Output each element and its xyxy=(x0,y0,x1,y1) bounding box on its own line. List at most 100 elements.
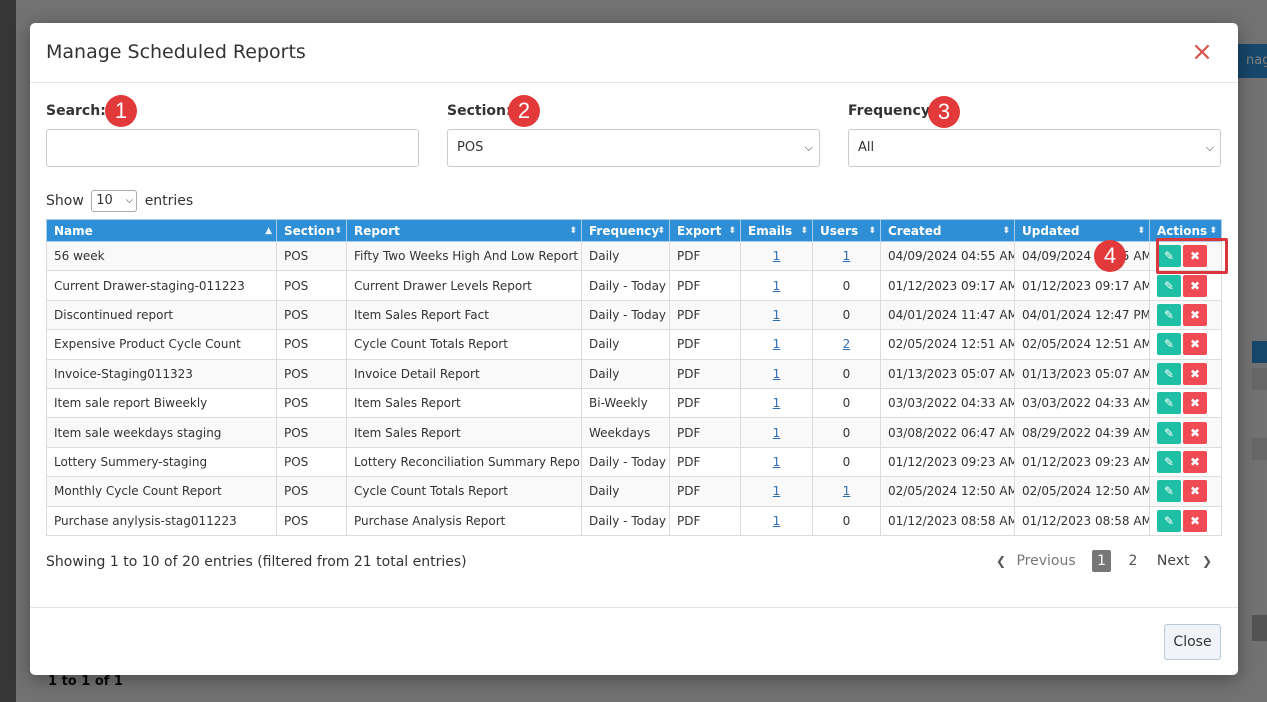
cell-export: PDF xyxy=(669,387,741,419)
cell-frequency: Daily - Today xyxy=(581,505,670,536)
column-header-created[interactable]: Created ⬍ xyxy=(880,219,1015,242)
cell-created: 03/08/2022 06:47 AM xyxy=(880,417,1015,448)
cell-name: Current Drawer-staging-011223 xyxy=(46,270,277,301)
frequency-filter: Frequency: All ⌵ 3 xyxy=(848,96,1221,167)
cell-emails: 1 xyxy=(740,446,813,478)
users-count-link[interactable]: 1 xyxy=(843,484,851,498)
delete-icon[interactable]: ✖ xyxy=(1183,303,1207,326)
emails-count-link[interactable]: 1 xyxy=(773,514,781,528)
edit-icon[interactable]: ✎ xyxy=(1157,362,1181,385)
table-header-row: Name ▲ Section ⬍ Report ⬍ Frequency ⬍ Export… xyxy=(46,219,1222,242)
next-page-button[interactable]: Next xyxy=(1157,550,1190,572)
delete-icon[interactable]: ✖ xyxy=(1183,421,1207,444)
cell-section: POS xyxy=(276,446,347,478)
callout-badge-1: 1 xyxy=(105,95,137,127)
cell-report[interactable]: Fifty Two Weeks High And Low Report xyxy=(346,240,582,272)
sort-icon: ⬍ xyxy=(1137,226,1145,236)
emails-count-link[interactable]: 1 xyxy=(773,308,781,322)
edit-icon[interactable]: ✎ xyxy=(1157,333,1181,356)
edit-icon[interactable]: ✎ xyxy=(1157,245,1181,268)
column-header-name[interactable]: Name ▲ xyxy=(46,219,277,242)
modal-title: Manage Scheduled Reports xyxy=(46,41,306,63)
cell-report[interactable]: Cycle Count Totals Report xyxy=(346,476,582,507)
cell-emails: 1 xyxy=(740,270,813,301)
emails-count-link[interactable]: 1 xyxy=(773,396,781,410)
delete-icon[interactable]: ✖ xyxy=(1183,245,1207,268)
close-icon[interactable]: × xyxy=(1190,37,1214,67)
scheduled-reports-table: Name ▲ Section ⬍ Report ⬍ Frequency ⬍ Export… xyxy=(46,219,1222,536)
emails-count-link[interactable]: 1 xyxy=(773,455,781,469)
edit-icon[interactable]: ✎ xyxy=(1157,509,1181,532)
page-button-1[interactable]: 1 xyxy=(1092,550,1112,572)
edit-icon[interactable]: ✎ xyxy=(1157,392,1181,415)
emails-count-link[interactable]: 1 xyxy=(773,249,781,263)
column-header-section[interactable]: Section ⬍ xyxy=(276,219,347,242)
cell-users: 2 xyxy=(812,329,881,360)
cell-report[interactable]: Lottery Reconciliation Summary Report xyxy=(346,446,582,478)
previous-page-button[interactable]: Previous xyxy=(1016,550,1075,572)
search-input[interactable] xyxy=(46,129,419,167)
cell-report[interactable]: Purchase Analysis Report xyxy=(346,505,582,536)
frequency-select[interactable]: All ⌵ xyxy=(848,129,1221,167)
delete-icon[interactable]: ✖ xyxy=(1183,450,1207,473)
edit-icon[interactable]: ✎ xyxy=(1157,450,1181,473)
cell-name: Expensive Product Cycle Count xyxy=(46,329,277,360)
column-header-emails[interactable]: Emails ⬍ xyxy=(740,219,813,242)
users-count-link[interactable]: 1 xyxy=(843,249,851,263)
column-header-frequency[interactable]: Frequency ⬍ xyxy=(581,219,670,242)
column-header-actions[interactable]: Actions ⬍ xyxy=(1149,219,1222,242)
cell-report[interactable]: Current Drawer Levels Report xyxy=(346,270,582,301)
delete-icon[interactable]: ✖ xyxy=(1183,509,1207,532)
cell-created: 03/03/2022 04:33 AM xyxy=(880,387,1015,419)
sort-icon: ⬍ xyxy=(569,226,577,236)
cell-emails: 1 xyxy=(740,299,813,331)
users-count-link[interactable]: 2 xyxy=(843,337,851,351)
delete-icon[interactable]: ✖ xyxy=(1183,392,1207,415)
column-header-users[interactable]: Users ⬍ xyxy=(812,219,881,242)
cell-frequency: Daily xyxy=(581,240,670,272)
delete-icon[interactable]: ✖ xyxy=(1183,333,1207,356)
close-button[interactable]: Close xyxy=(1164,624,1221,660)
delete-icon[interactable]: ✖ xyxy=(1183,362,1207,385)
cell-name: Invoice-Staging011323 xyxy=(46,358,277,389)
cell-created: 01/12/2023 09:17 AM xyxy=(880,270,1015,301)
cell-emails: 1 xyxy=(740,358,813,389)
page-button-2[interactable]: 2 xyxy=(1123,550,1142,572)
emails-count-link[interactable]: 1 xyxy=(773,367,781,381)
emails-count-link[interactable]: 1 xyxy=(773,426,781,440)
cell-frequency: Daily - Today xyxy=(581,270,670,301)
cell-emails: 1 xyxy=(740,329,813,360)
emails-count-link[interactable]: 1 xyxy=(773,337,781,351)
cell-created: 01/13/2023 05:07 AM xyxy=(880,358,1015,389)
cell-report[interactable]: Item Sales Report xyxy=(346,387,582,419)
column-header-updated[interactable]: Updated ⬍ xyxy=(1014,219,1150,242)
cell-actions: ✎ ✖ xyxy=(1149,417,1222,448)
cell-actions: ✎ ✖ xyxy=(1149,387,1222,419)
cell-export: PDF xyxy=(669,476,741,507)
cell-users: 0 xyxy=(812,505,881,536)
emails-count-link[interactable]: 1 xyxy=(773,484,781,498)
cell-report[interactable]: Invoice Detail Report xyxy=(346,358,582,389)
cell-report[interactable]: Item Sales Report xyxy=(346,417,582,448)
search-filter: Search: 1 xyxy=(46,95,419,167)
cell-report[interactable]: Item Sales Report Fact xyxy=(346,299,582,331)
callout-badge-4: 4 xyxy=(1094,240,1126,272)
delete-icon[interactable]: ✖ xyxy=(1183,274,1207,297)
edit-icon[interactable]: ✎ xyxy=(1157,274,1181,297)
column-header-export[interactable]: Export ⬍ xyxy=(669,219,741,242)
edit-icon[interactable]: ✎ xyxy=(1157,421,1181,444)
edit-icon[interactable]: ✎ xyxy=(1157,303,1181,326)
section-select[interactable]: POS ⌵ xyxy=(447,129,820,167)
page-length-select[interactable]: 10 ⌵ xyxy=(91,190,138,212)
cell-export: PDF xyxy=(669,240,741,272)
cell-name: Discontinued report xyxy=(46,299,277,331)
cell-updated: 02/05/2024 12:50 AM xyxy=(1014,476,1150,507)
emails-count-link[interactable]: 1 xyxy=(773,279,781,293)
column-header-report[interactable]: Report ⬍ xyxy=(346,219,582,242)
delete-icon[interactable]: ✖ xyxy=(1183,480,1207,503)
edit-icon[interactable]: ✎ xyxy=(1157,480,1181,503)
cell-users: 0 xyxy=(812,387,881,419)
sort-icon: ⬍ xyxy=(800,226,808,236)
table-row: Expensive Product Cycle Count POS Cycle Co… xyxy=(46,329,1222,360)
cell-report[interactable]: Cycle Count Totals Report xyxy=(346,329,582,360)
